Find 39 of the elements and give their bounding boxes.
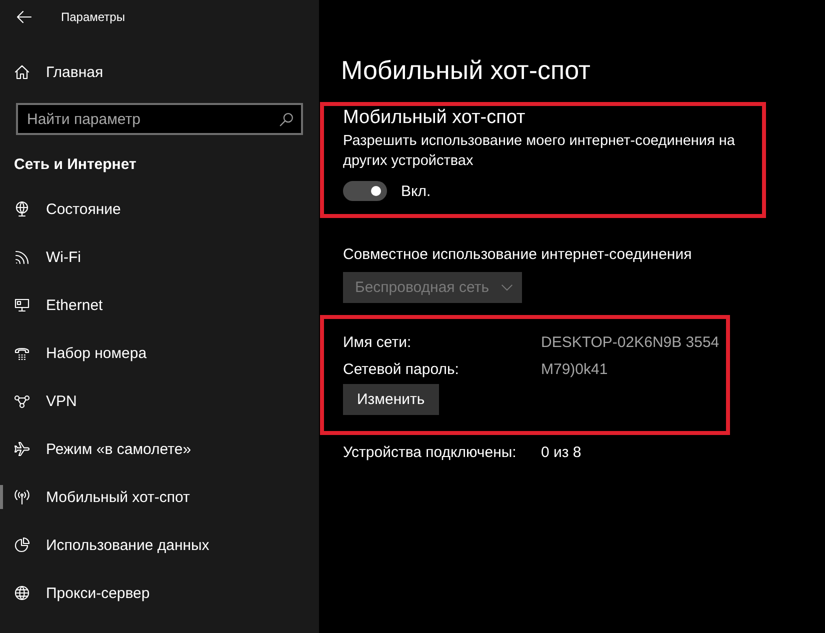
toggle-state-label: Вкл. <box>401 182 431 200</box>
category-heading: Сеть и Интернет <box>13 155 138 175</box>
monitor-icon <box>14 297 30 313</box>
section-description: Разрешить использование моего интернет-соединения на других устройствах <box>343 132 736 171</box>
sidebar-item[interactable]: Набор номера <box>0 329 319 377</box>
sidebar-item[interactable]: Состояние <box>0 185 319 233</box>
search-field[interactable]: Найти параметр <box>16 103 303 135</box>
sharing-label: Совместное использование интернет-соединения <box>343 245 693 265</box>
field-label: Сетевой пароль: <box>343 360 460 378</box>
devices-count: 0 из 8 <box>541 444 582 460</box>
change-button[interactable]: Изменить <box>343 384 439 415</box>
wifi-icon <box>14 249 30 265</box>
phone-icon <box>14 345 30 361</box>
sidebar-item[interactable]: Прокси-сервер <box>0 569 319 617</box>
sidebar-item[interactable]: Wi-Fi <box>0 233 319 281</box>
airplane-icon <box>14 441 30 457</box>
chevron-down-icon <box>501 284 513 291</box>
sidebar-item[interactable]: Мобильный хот-спот <box>0 473 319 521</box>
devices-label: Устройства подключены: <box>343 444 518 460</box>
field-label: Имя сети: <box>343 334 412 350</box>
globe-monitor-icon <box>14 201 30 217</box>
sidebar-item[interactable]: VPN <box>0 377 319 425</box>
field-value: DESKTOP-02K6N9B 3554 <box>541 334 720 350</box>
globe-icon <box>14 585 30 601</box>
pie-chart-icon <box>14 537 30 553</box>
toggle-switch[interactable] <box>343 181 387 201</box>
window-title: Параметры <box>61 10 125 24</box>
back-arrow-icon <box>16 9 32 25</box>
field-value: M79)0k41 <box>541 360 608 378</box>
sidebar-item[interactable]: Использование данных <box>0 521 319 569</box>
home-icon <box>14 64 30 80</box>
sidebar-item[interactable]: Режим «в самолете» <box>0 425 319 473</box>
home-nav-item[interactable]: Главная <box>0 48 319 96</box>
sidebar-item[interactable]: Ethernet <box>0 281 319 329</box>
linked-circles-icon <box>14 393 30 409</box>
antenna-icon <box>14 489 30 505</box>
page-title: Мобильный хот-спот <box>341 54 592 87</box>
search-icon <box>279 112 294 127</box>
section-heading: Мобильный хот-спот <box>343 108 526 128</box>
